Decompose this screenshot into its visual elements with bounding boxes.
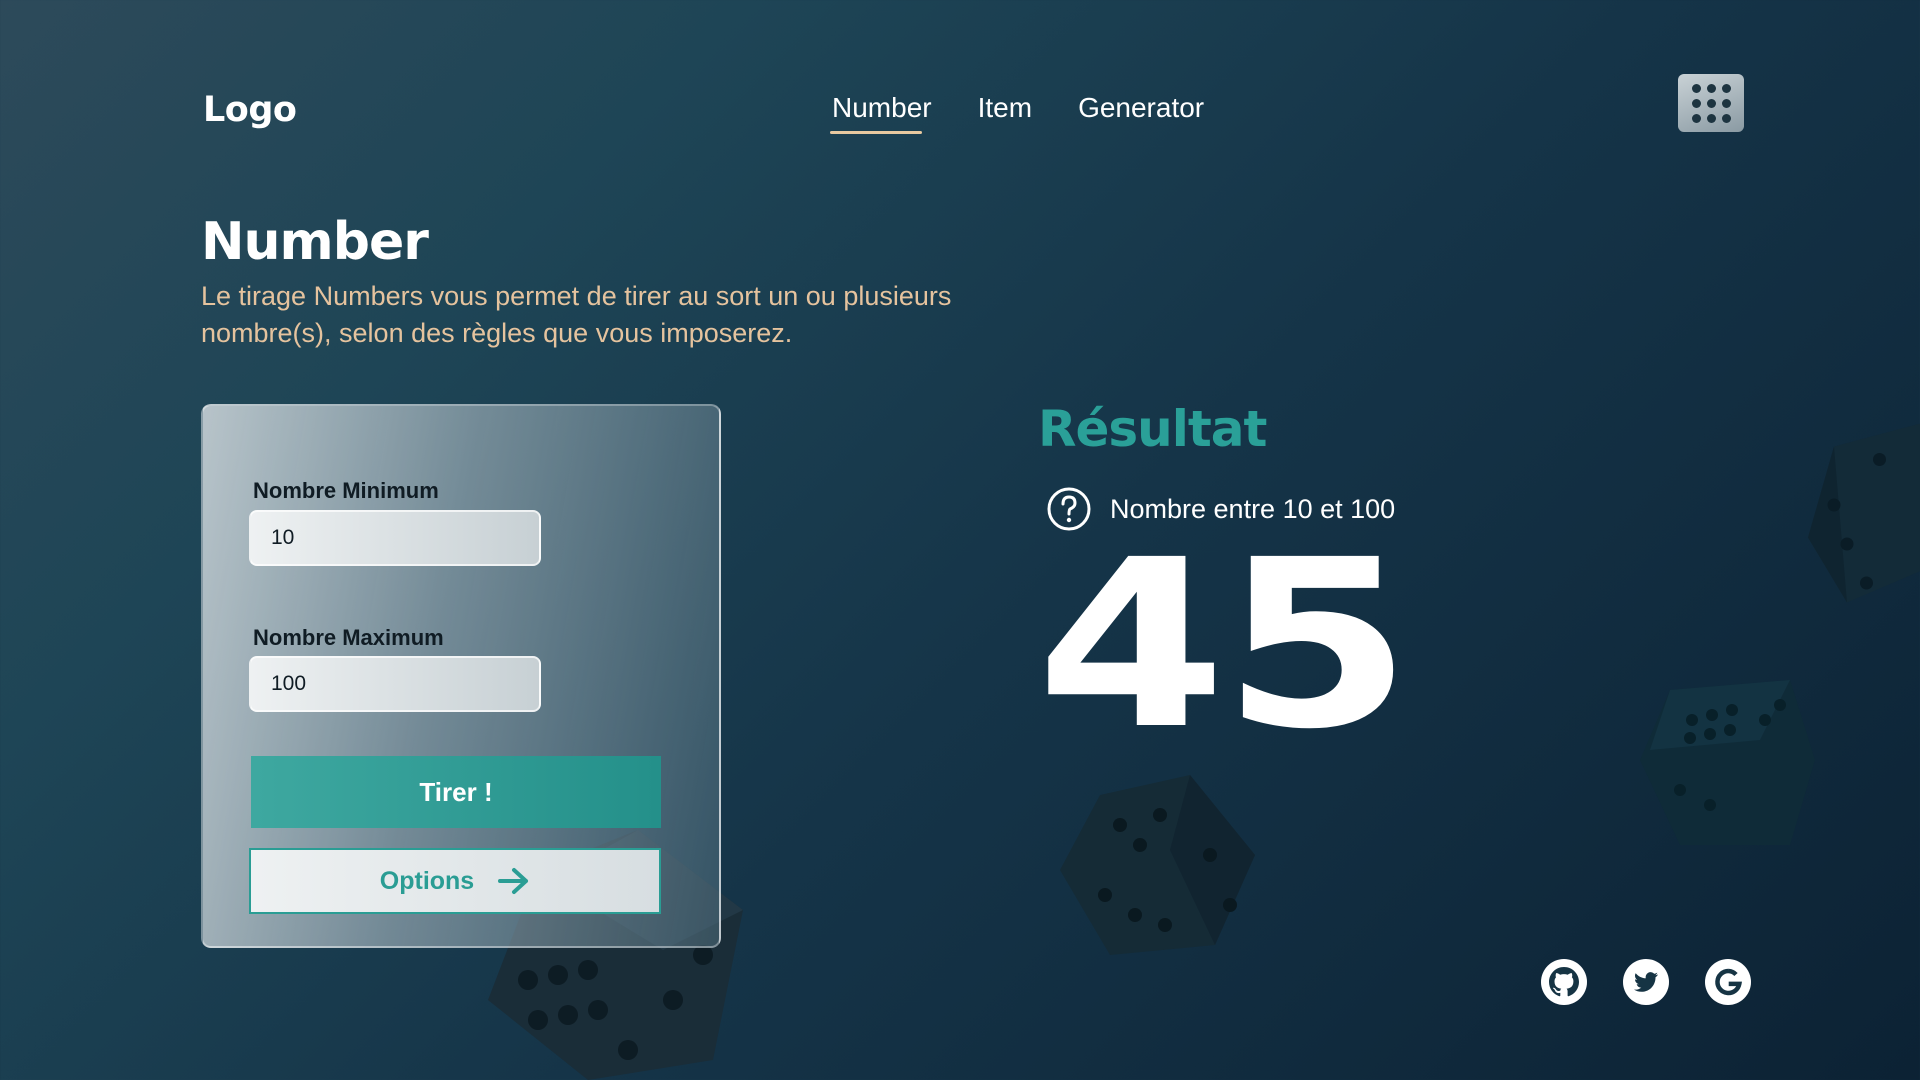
page-title: Number — [201, 212, 429, 272]
options-button[interactable]: Options — [249, 848, 661, 914]
result-number: 45 — [1036, 510, 1412, 780]
max-input[interactable] — [249, 656, 541, 712]
dice-decoration — [1808, 418, 1920, 618]
page-description: Le tirage Numbers vous permet de tirer a… — [201, 281, 952, 348]
options-label: Options — [379, 866, 475, 895]
google-icon[interactable] — [1704, 958, 1752, 1006]
nav-item-item[interactable]: Item — [978, 92, 1032, 130]
logo[interactable]: Logo — [203, 90, 297, 130]
max-label: Nombre Maximum — [253, 625, 444, 650]
nav-item-generator[interactable]: Generator — [1078, 92, 1204, 130]
main-nav: Number Item Generator — [830, 92, 1204, 134]
arrow-right-icon — [498, 868, 529, 894]
draw-form-card: Nombre Minimum Nombre Maximum Tirer ! Op… — [201, 404, 721, 948]
min-label: Nombre Minimum — [253, 478, 439, 503]
social-links — [1540, 958, 1752, 1006]
github-icon[interactable] — [1540, 958, 1588, 1006]
draw-button[interactable]: Tirer ! — [251, 756, 661, 828]
dice-decoration — [1640, 680, 1820, 850]
grid-dots-icon[interactable] — [1678, 74, 1744, 132]
min-input[interactable] — [249, 510, 541, 566]
dice-decoration — [1060, 775, 1255, 955]
nav-item-number[interactable]: Number — [830, 92, 932, 134]
result-title: Résultat — [1038, 400, 1267, 458]
twitter-icon[interactable] — [1622, 958, 1670, 1006]
page: Logo Number Item Generator Number Le tir… — [0, 0, 1920, 1080]
